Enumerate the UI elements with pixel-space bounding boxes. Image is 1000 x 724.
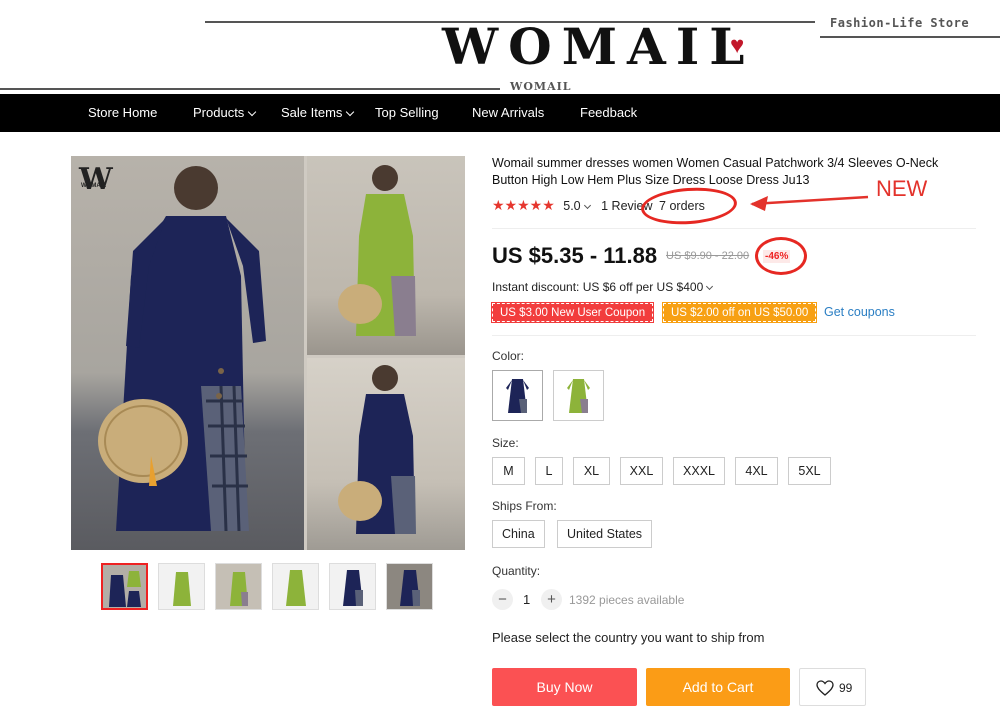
- brand-watermark: W: [79, 162, 113, 197]
- new-user-coupon[interactable]: US $3.00 New User Coupon: [490, 302, 655, 323]
- nav-feedback[interactable]: Feedback: [580, 94, 637, 132]
- thumbnail[interactable]: [272, 563, 319, 610]
- add-to-cart-button[interactable]: Add to Cart: [646, 668, 790, 706]
- nav-top-selling[interactable]: Top Selling: [375, 94, 439, 132]
- nav-label: Store Home: [88, 105, 158, 120]
- annotation-circle: [755, 237, 807, 275]
- thumbnail[interactable]: [215, 563, 262, 610]
- nav-label: Top Selling: [375, 105, 439, 120]
- color-option-navy[interactable]: [492, 370, 543, 421]
- annotation-arrow-icon: [750, 195, 869, 211]
- star-rating-icon: ★★★★★: [492, 197, 555, 213]
- nav-label: Sale Items: [281, 105, 343, 120]
- get-coupons-link[interactable]: Get coupons: [824, 305, 895, 319]
- store-logo[interactable]: WOMAIL: [442, 22, 754, 72]
- size-option[interactable]: 4XL: [735, 457, 778, 485]
- size-option[interactable]: XXXL: [673, 457, 725, 485]
- quantity-decrease-button[interactable]: −: [492, 589, 513, 610]
- buy-now-button[interactable]: Buy Now: [492, 668, 637, 706]
- instant-discount[interactable]: Instant discount: US $6 off per US $400: [492, 280, 714, 294]
- ship-option-united-states[interactable]: United States: [557, 520, 653, 548]
- ships-from-label: Ships From:: [492, 499, 557, 513]
- store-header: Fashion-Life Store WOMAIL ♥ WOMAIL: [0, 0, 1000, 94]
- quantity-increase-button[interactable]: +: [541, 589, 562, 610]
- nav-new-arrivals[interactable]: New Arrivals: [472, 94, 544, 132]
- chevron-down-icon: [248, 107, 257, 117]
- original-price: US $9.90 - 22.00: [666, 250, 750, 262]
- main-product-image[interactable]: W WOMAIL: [71, 156, 465, 550]
- header-rule: [0, 88, 500, 90]
- thumbnail[interactable]: [158, 563, 205, 610]
- wishlist-button[interactable]: 99: [799, 668, 866, 706]
- nav-label: New Arrivals: [472, 105, 545, 120]
- size-option[interactable]: XL: [573, 457, 610, 485]
- store-tagline: Fashion-Life Store: [830, 16, 970, 30]
- header-rule: [820, 36, 1000, 38]
- size-option[interactable]: M: [492, 457, 525, 485]
- heart-logo-icon: ♥: [730, 32, 745, 59]
- size-label: Size:: [492, 436, 519, 450]
- rating-value[interactable]: 5.0: [563, 199, 580, 213]
- nav-products[interactable]: Products: [193, 94, 257, 132]
- nav-sale-items[interactable]: Sale Items: [281, 94, 355, 132]
- store-coupon[interactable]: US $2.00 off on US $50.00: [661, 302, 818, 323]
- chevron-down-icon: [706, 282, 714, 291]
- annotation-circle: [639, 184, 739, 228]
- stock-available: 1392 pieces available: [569, 593, 685, 607]
- quantity-value[interactable]: 1: [523, 592, 530, 607]
- annotation-label: NEW: [876, 176, 928, 201]
- wishlist-count: 99: [839, 681, 853, 695]
- thumbnail[interactable]: [101, 563, 148, 610]
- divider: [492, 228, 976, 229]
- thumbnail[interactable]: [329, 563, 376, 610]
- color-label: Color:: [492, 349, 525, 363]
- quantity-label: Quantity:: [492, 564, 541, 578]
- store-logo-subtitle: WOMAIL: [510, 80, 572, 93]
- chevron-down-icon: [346, 107, 355, 117]
- shipping-note: Please select the country you want to sh…: [492, 630, 765, 645]
- heart-icon: [816, 680, 834, 696]
- color-option-green[interactable]: [553, 370, 604, 421]
- brand-watermark-text: WOMAIL: [81, 183, 106, 189]
- nav-label: Products: [193, 105, 245, 120]
- divider: [492, 335, 976, 336]
- ship-option-china[interactable]: China: [492, 520, 545, 548]
- size-option[interactable]: XXL: [620, 457, 663, 485]
- thumbnail[interactable]: [386, 563, 433, 610]
- store-nav: Store Home Products Sale Items Top Selli…: [0, 94, 1000, 132]
- dress-illustration: [98, 165, 416, 534]
- price: US $5.35 - 11.88: [492, 243, 658, 268]
- instant-discount-text: Instant discount: US $6 off per US $400: [492, 280, 704, 294]
- nav-store-home[interactable]: Store Home: [88, 94, 157, 132]
- size-option[interactable]: L: [535, 457, 563, 485]
- nav-label: Feedback: [580, 105, 638, 120]
- chevron-down-icon: [583, 201, 591, 210]
- size-option[interactable]: 5XL: [788, 457, 831, 485]
